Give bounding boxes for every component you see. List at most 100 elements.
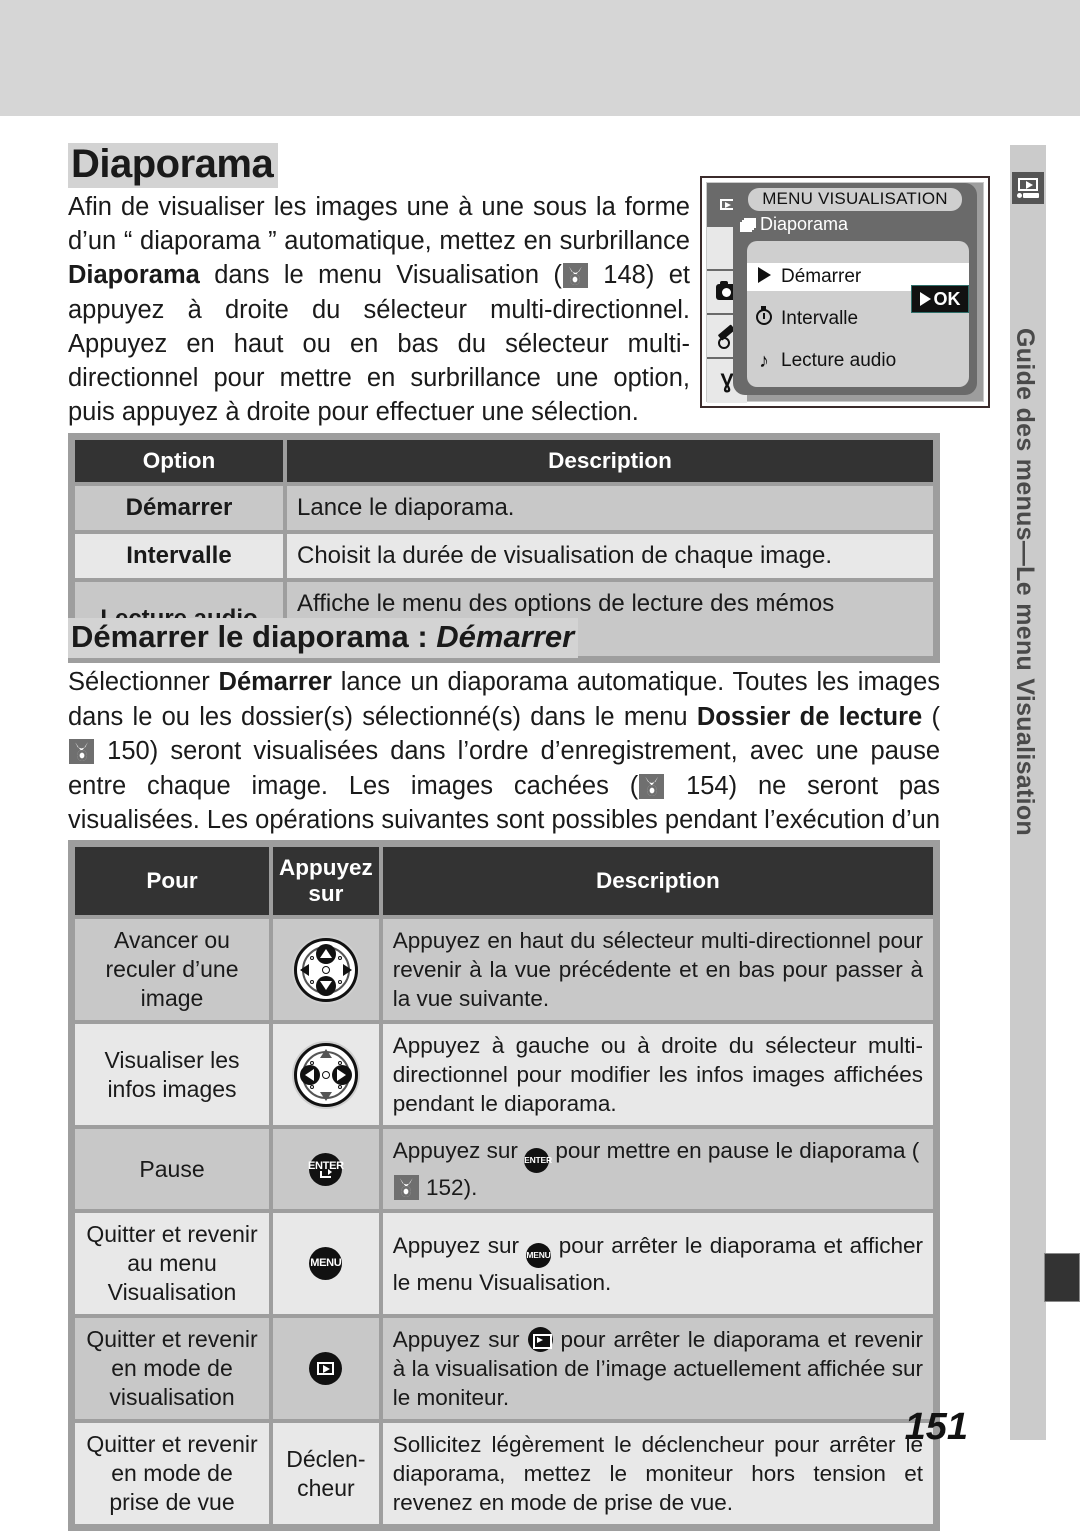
lcd-submenu-label: Diaporama xyxy=(760,214,849,234)
col-header-pour: Pour xyxy=(75,847,269,915)
option-name: Intervalle xyxy=(75,534,283,578)
enter-button-icon: ENTER xyxy=(524,1148,552,1173)
option-name: Démarrer xyxy=(75,486,283,530)
lcd-item-intervalle-label: Intervalle xyxy=(781,308,859,329)
shutter-label-line1: Déclen- xyxy=(286,1445,366,1472)
table-header-row: Option Description xyxy=(75,440,933,482)
op-control-cell: ENTER xyxy=(273,1129,379,1209)
page-number: 151 xyxy=(904,1406,968,1448)
op-description: Appuyez en haut du sélecteur multi-direc… xyxy=(382,919,933,1020)
op-action: Quitter et revenir en mode de visualisat… xyxy=(75,1318,269,1419)
multi-selector-leftright-icon xyxy=(293,1042,358,1107)
chapter-marker xyxy=(1044,1253,1080,1302)
page-content: Diaporama Afin de visualiser les images … xyxy=(0,116,1010,1531)
table-row: Visualiser les infos images Appuyez à ga… xyxy=(75,1024,933,1125)
op-action: Visualiser les infos images xyxy=(75,1024,269,1125)
clock-icon xyxy=(747,305,781,330)
intro-text-2: dans le menu Visualisation ( xyxy=(199,261,562,290)
page-ref-icon xyxy=(69,739,94,764)
body-text-1: Sélectionner xyxy=(68,668,219,696)
top-banner xyxy=(0,0,1080,116)
lcd-submenu-row: Diaporama xyxy=(739,214,848,235)
table-row: Quitter et revenir en mode de prise de v… xyxy=(75,1423,933,1524)
enter-button-label: ENTER xyxy=(307,1159,344,1172)
body-ref-150: 150 xyxy=(107,737,150,765)
playback-button-icon xyxy=(527,1327,553,1352)
col-header-option: Option xyxy=(75,440,283,482)
op-desc-pre: Appuyez sur xyxy=(392,1232,527,1258)
body-bold-demarrer: Démarrer xyxy=(218,668,332,696)
arrow-right-icon xyxy=(747,266,781,288)
arrow-right-icon xyxy=(919,292,931,306)
table-row: Quitter et revenir en mode de visualisat… xyxy=(75,1318,933,1419)
playback-icon xyxy=(1012,172,1044,204)
side-tab-label: Guide des menus—Le menu Visualisation xyxy=(1011,328,1039,836)
intro-paragraph: Afin de visualiser les images une à une … xyxy=(68,190,690,429)
page-ref-icon xyxy=(393,1175,419,1200)
body-bold-dossier: Dossier de lecture xyxy=(696,702,923,731)
lcd-item-demarrer-label: Démarrer xyxy=(781,266,862,287)
col-header-description: Description xyxy=(382,847,933,915)
op-control-cell: Déclen- cheur xyxy=(273,1423,379,1524)
op-description: Appuyez sur pour arrêter le diaporama et… xyxy=(382,1318,933,1419)
body-ref-154: 154 xyxy=(686,771,729,800)
op-control-cell: MENU xyxy=(273,1213,379,1314)
lcd-item-lecture-audio-label: Lecture audio xyxy=(781,350,897,371)
table-header-row: Pour Appuyez sur Description xyxy=(75,847,933,915)
menu-button-icon: MENU xyxy=(526,1242,552,1268)
op-desc-pre: Appuyez sur xyxy=(392,1327,528,1352)
op-control-cell xyxy=(273,1318,379,1419)
table-row: Quitter et revenir au menu Visualisation… xyxy=(75,1213,933,1314)
camera-lcd-illustration: Ɣ MENU VISUALISATION Diaporama Démarrer xyxy=(700,176,990,408)
lcd-item-lecture-audio[interactable]: ♪ Lecture audio xyxy=(747,347,969,375)
op-control-cell xyxy=(273,1024,379,1125)
music-note-icon: ♪ xyxy=(759,349,769,372)
subsection-title-plain: Démarrer le diaporama : xyxy=(71,619,437,654)
op-action: Avancer ou reculer d’une image xyxy=(75,919,269,1020)
op-desc-mid: pour mettre en pause le diaporama ( xyxy=(549,1138,920,1163)
playback-button-icon xyxy=(309,1352,343,1385)
wrench-icon: Ɣ xyxy=(720,369,734,393)
col-header-appuyez-sur: Appuyez sur xyxy=(273,847,379,915)
subsection-title-italic: Démarrer xyxy=(436,619,575,654)
op-description: Appuyez sur ENTER pour mettre en pause l… xyxy=(382,1129,933,1209)
col-header-appuyez-line2: sur xyxy=(308,881,344,906)
multi-selector-updown-icon xyxy=(293,937,358,1002)
lcd-item-intervalle[interactable]: Intervalle xyxy=(747,305,969,333)
col-header-description: Description xyxy=(287,440,933,482)
slideshow-stack-icon xyxy=(739,217,756,232)
op-description: Appuyez à gauche ou à droite du sélecteu… xyxy=(382,1024,933,1125)
table-row: Avancer ou reculer d’une image Appuyez e… xyxy=(75,919,933,1020)
enter-button-icon: ENTER xyxy=(307,1152,344,1186)
op-action: Pause xyxy=(75,1129,269,1209)
op-description: Appuyez sur MENU pour arrêter le diapora… xyxy=(382,1213,933,1314)
op-control-cell xyxy=(273,919,379,1020)
op-action: Quitter et revenir en mode de prise de v… xyxy=(75,1423,269,1524)
shutter-label-line2: cheur xyxy=(297,1474,355,1501)
op-desc-pre: Appuyez sur xyxy=(392,1138,525,1163)
menu-button-icon: MENU xyxy=(309,1247,343,1280)
side-tab-label-wrap: Guide des menus—Le menu Visualisation xyxy=(1010,212,1046,952)
table-row: Démarrer Lance le diaporama. xyxy=(75,486,933,530)
table-row: Pause ENTER Appuyez sur ENTER pour mettr… xyxy=(75,1129,933,1209)
option-description: Lance le diaporama. xyxy=(287,486,933,530)
intro-ref-148: 148 xyxy=(603,261,646,290)
op-action: Quitter et revenir au menu Visualisation xyxy=(75,1213,269,1314)
option-description: Choisit la durée de visualisation de cha… xyxy=(287,534,933,578)
col-header-appuyez-line1: Appuyez xyxy=(279,855,373,880)
page-title: Diaporama xyxy=(68,142,279,189)
op-desc-post: ). xyxy=(463,1175,478,1200)
op-description: Sollicitez légèrement le déclencheur pou… xyxy=(382,1423,933,1524)
subsection-title: Démarrer le diaporama : Démarrer xyxy=(68,618,579,658)
intro-bold-diaporama: Diaporama xyxy=(68,261,200,290)
table-row: Intervalle Choisit la durée de visualisa… xyxy=(75,534,933,578)
lcd-item-demarrer[interactable]: Démarrer OK xyxy=(747,263,969,313)
op-desc-ref: 152 xyxy=(426,1175,464,1200)
operations-table: Pour Appuyez sur Description Avancer ou … xyxy=(68,840,940,1531)
menu-button-label: MENU xyxy=(310,1257,342,1269)
intro-text-1: Afin de visualiser les images une à une … xyxy=(68,193,690,256)
lcd-menu-title: MENU VISUALISATION xyxy=(748,188,962,211)
page-ref-icon xyxy=(639,773,665,799)
body-text-3: ( xyxy=(922,702,940,731)
page-ref-icon xyxy=(562,263,588,289)
